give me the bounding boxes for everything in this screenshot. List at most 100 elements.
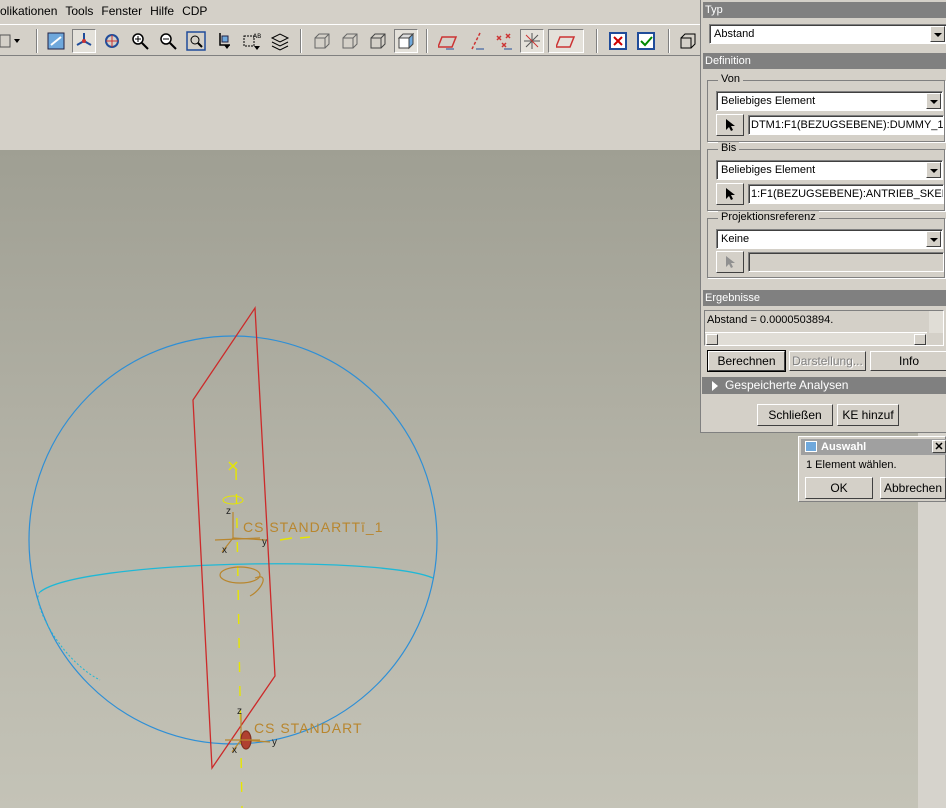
projektion-filter-select[interactable]: Keine xyxy=(716,229,943,249)
projektion-select-button[interactable] xyxy=(716,251,744,273)
menu-applikationen[interactable]: olikationen xyxy=(0,0,61,22)
von-filter-select[interactable]: Beliebiges Element xyxy=(716,91,943,111)
spin-center-icon[interactable] xyxy=(72,29,96,53)
axis-arrow-y xyxy=(279,536,311,541)
window-icon xyxy=(805,441,817,452)
axis-label-z: z xyxy=(226,506,231,517)
toolbar-separator xyxy=(36,29,38,53)
projektion-reference-field[interactable] xyxy=(748,252,944,272)
axis-label-x: x xyxy=(222,545,227,556)
definition-header: Definition xyxy=(703,53,946,69)
von-reference-field[interactable]: DTM1:F1(BEZUGSEBENE):DUMMY_1 xyxy=(748,115,944,135)
bis-filter-select[interactable]: Beliebiges Element xyxy=(716,160,943,180)
menu-cdp[interactable]: CDP xyxy=(178,0,211,22)
axis-label-x-bottom: x xyxy=(232,745,237,756)
ok-button[interactable]: OK xyxy=(805,477,873,499)
saved-analyses-label: Gespeicherte Analysen xyxy=(725,378,849,392)
datum-axis xyxy=(235,469,243,808)
typ-select-value: Abstand xyxy=(714,28,755,40)
schliessen-button[interactable]: Schließen xyxy=(757,404,833,426)
zoom-in-icon[interactable] xyxy=(128,29,152,53)
bis-filter-value: Beliebiges Element xyxy=(721,164,816,176)
sphere-equator-hidden xyxy=(37,591,101,681)
berechnen-button[interactable]: Berechnen xyxy=(707,350,786,372)
menu-bar: olikationen Tools Fenster Hilfe CDP xyxy=(0,0,700,22)
bis-label: Bis xyxy=(718,142,740,154)
menu-fenster[interactable]: Fenster xyxy=(97,0,146,22)
bis-select-button[interactable] xyxy=(716,183,744,205)
chevron-down-icon[interactable] xyxy=(926,93,941,109)
cursor-arrow-icon xyxy=(726,188,735,200)
sphere-equator xyxy=(39,563,434,593)
typ-select[interactable]: Abstand xyxy=(709,24,946,44)
cursor-arrow-icon xyxy=(726,256,735,268)
chevron-down-icon[interactable] xyxy=(926,231,941,247)
bis-group: Bis Beliebiges Element 1:F1(BEZUGSEBENE)… xyxy=(707,142,945,211)
projektion-label: Projektionsreferenz xyxy=(718,211,819,223)
auswahl-message: 1 Element wählen. xyxy=(806,459,897,471)
close-icon[interactable]: ✕ xyxy=(932,440,946,453)
message-area xyxy=(0,57,700,150)
sphere-outline xyxy=(28,335,438,745)
toolbar-separator xyxy=(668,29,670,53)
zoom-out-icon[interactable] xyxy=(156,29,180,53)
ke-hinzu-button[interactable]: KE hinzuf xyxy=(837,404,899,426)
no-hidden-icon[interactable] xyxy=(366,29,390,53)
von-select-button[interactable] xyxy=(716,114,744,136)
proe-window: olikationen Tools Fenster Hilfe CDP AB C… xyxy=(0,0,946,808)
toolbar-separator xyxy=(300,29,302,53)
menu-tools[interactable]: Tools xyxy=(61,0,97,22)
coordinate-systems-icon[interactable] xyxy=(520,29,544,53)
axis-marker-ellipse xyxy=(222,495,244,505)
result-vertical-scrollbar[interactable] xyxy=(929,311,943,333)
typ-header: Typ xyxy=(703,2,946,18)
saved-views-icon[interactable]: AB xyxy=(240,29,264,53)
menu-hilfe[interactable]: Hilfe xyxy=(146,0,178,22)
abbrechen-button[interactable]: Abbrechen xyxy=(880,477,946,499)
chevron-down-icon[interactable] xyxy=(926,162,941,178)
auswahl-title: Auswahl xyxy=(821,441,867,453)
hidden-line-icon[interactable] xyxy=(338,29,362,53)
chevron-down-icon[interactable] xyxy=(930,26,945,42)
bis-reference-field[interactable]: 1:F1(BEZUGSEBENE):ANTRIEB_SKEL xyxy=(748,184,944,204)
view-dropdown-icon[interactable] xyxy=(0,29,26,53)
axis-label-z-bottom: z xyxy=(237,706,242,717)
scroll-left-icon[interactable] xyxy=(706,334,718,345)
projektion-filter-value: Keine xyxy=(721,233,750,245)
von-filter-value: Beliebiges Element xyxy=(721,95,816,107)
darstellung-button[interactable]: Darstellung... xyxy=(789,351,866,371)
axis-label-y-bottom: y xyxy=(272,737,277,748)
expand-triangle-icon xyxy=(712,381,718,391)
reorient-icon[interactable] xyxy=(212,29,236,53)
toolbar-separator xyxy=(426,29,428,53)
axis-end-marker xyxy=(228,461,238,471)
projektion-group: Projektionsreferenz Keine xyxy=(707,211,945,278)
orient-mode-icon[interactable] xyxy=(100,29,124,53)
toolbar-separator xyxy=(596,29,598,53)
wireframe-icon[interactable] xyxy=(310,29,334,53)
axis-label-y: y xyxy=(262,537,267,548)
csys-label-top: CS STANDARTTī_1 xyxy=(243,519,384,535)
close-window-icon[interactable] xyxy=(606,29,630,53)
model-tree-icon[interactable] xyxy=(676,29,700,53)
result-box[interactable]: Abstand = 0.0000503894. xyxy=(704,310,944,346)
info-button[interactable]: Info xyxy=(870,351,946,371)
datum-axes-icon[interactable] xyxy=(464,29,488,53)
saved-analyses-expander[interactable]: Gespeicherte Analysen xyxy=(702,377,946,394)
shading-icon[interactable] xyxy=(394,29,418,53)
activate-window-icon[interactable] xyxy=(634,29,658,53)
svg-text:AB: AB xyxy=(253,33,261,40)
result-text: Abstand = 0.0000503894. xyxy=(707,314,834,326)
von-group: Von Beliebiges Element DTM1:F1(BEZUGSEBE… xyxy=(707,73,945,142)
von-label: Von xyxy=(718,73,743,85)
refit-icon[interactable] xyxy=(184,29,208,53)
scroll-right-icon[interactable] xyxy=(914,334,926,345)
csys-label-bottom: CS STANDART xyxy=(254,720,363,736)
toolbar: AB xyxy=(0,24,700,56)
repaint-icon[interactable] xyxy=(44,29,68,53)
layers-icon[interactable] xyxy=(268,29,292,53)
result-horizontal-scrollbar[interactable] xyxy=(705,332,927,345)
datum-planes-icon[interactable] xyxy=(436,29,460,53)
datum-points-icon[interactable] xyxy=(492,29,516,53)
annotations-icon[interactable] xyxy=(548,29,584,53)
